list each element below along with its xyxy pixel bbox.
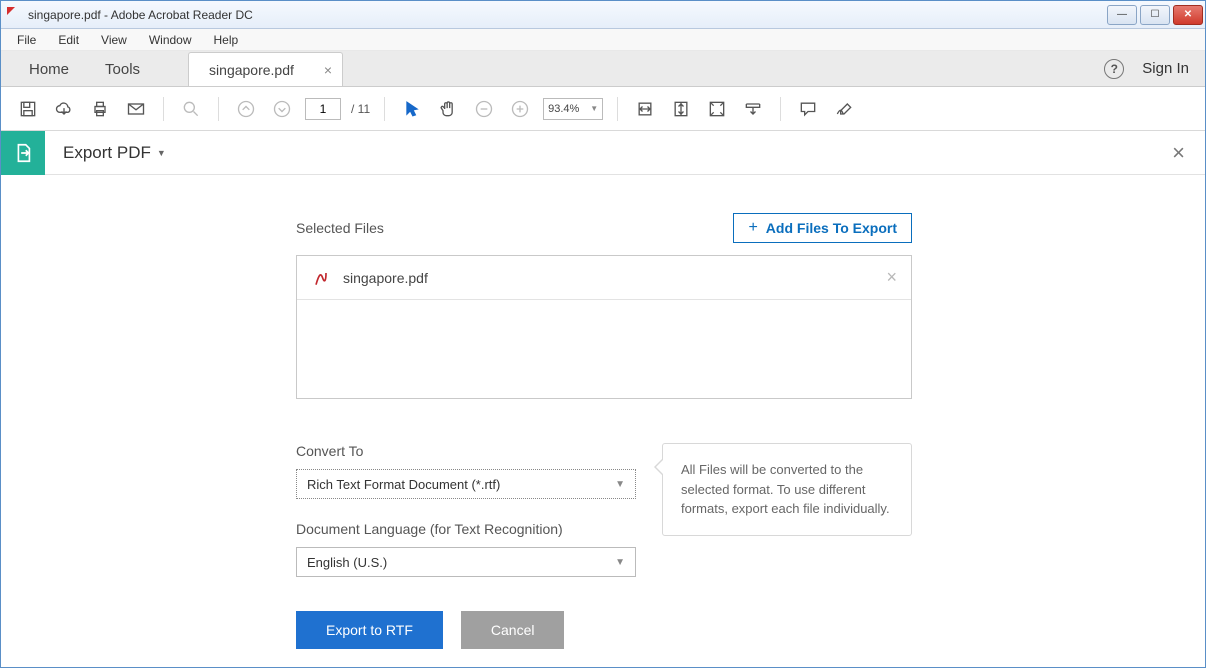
add-files-button[interactable]: + Add Files To Export [733,213,912,243]
window-controls: — ☐ ✕ [1107,5,1203,25]
print-icon[interactable] [87,96,113,122]
file-name-label: singapore.pdf [343,270,874,286]
page-total-label: / 11 [351,102,370,116]
page-down-icon[interactable] [269,96,295,122]
menubar: File Edit View Window Help [1,29,1205,51]
document-language-select[interactable]: English (U.S.) ▼ [296,547,636,577]
zoom-value: 93.4% [548,103,579,115]
save-icon[interactable] [15,96,41,122]
action-row: Export to RTF Cancel [296,611,912,649]
pdf-file-icon [311,268,331,288]
menu-file[interactable]: File [7,31,46,49]
fit-width-icon[interactable] [632,96,658,122]
convert-to-select[interactable]: Rich Text Format Document (*.rtf) ▼ [296,469,636,499]
read-mode-icon[interactable] [740,96,766,122]
fit-page-icon[interactable] [668,96,694,122]
cloud-icon[interactable] [51,96,77,122]
plus-icon: + [748,219,757,237]
sign-in-link[interactable]: Sign In [1142,60,1189,77]
close-panel-icon[interactable]: × [1172,140,1185,166]
sign-icon[interactable] [831,96,857,122]
separator [617,97,618,121]
tab-tools[interactable]: Tools [87,52,158,86]
zoom-in-icon[interactable] [507,96,533,122]
toolbar: / 11 93.4% ▼ [1,87,1205,131]
zoom-out-icon[interactable] [471,96,497,122]
info-bubble: All Files will be converted to the selec… [662,443,912,536]
separator [384,97,385,121]
hand-icon[interactable] [435,96,461,122]
comment-icon[interactable] [795,96,821,122]
cancel-button[interactable]: Cancel [461,611,565,649]
info-text: All Files will be converted to the selec… [681,462,890,516]
convert-to-value: Rich Text Format Document (*.rtf) [307,477,500,492]
export-pdf-header: Export PDF ▼ × [1,131,1205,175]
menu-help[interactable]: Help [204,31,249,49]
document-language-value: English (U.S.) [307,555,387,570]
separator [163,97,164,121]
menu-view[interactable]: View [91,31,137,49]
export-body: Selected Files + Add Files To Export sin… [1,175,1205,649]
window-title: singapore.pdf - Adobe Acrobat Reader DC [28,8,1107,22]
search-icon[interactable] [178,96,204,122]
separator [780,97,781,121]
convert-to-label: Convert To [296,443,636,459]
menu-window[interactable]: Window [139,31,202,49]
caret-down-icon: ▼ [615,479,625,490]
tab-home[interactable]: Home [11,52,87,86]
adobe-app-icon [7,7,23,23]
caret-down-icon: ▼ [590,104,598,113]
separator [218,97,219,121]
close-button[interactable]: ✕ [1173,5,1203,25]
caret-down-icon: ▼ [157,148,166,158]
export-inner: Selected Files + Add Files To Export sin… [296,213,912,649]
export-button[interactable]: Export to RTF [296,611,443,649]
tab-document-label: singapore.pdf [209,62,294,78]
page-number-input[interactable] [305,98,341,120]
convert-left: Convert To Rich Text Format Document (*.… [296,443,636,577]
titlebar: singapore.pdf - Adobe Acrobat Reader DC … [1,1,1205,29]
tab-document[interactable]: singapore.pdf × [188,52,343,86]
help-icon[interactable]: ? [1104,59,1124,79]
export-pdf-title: Export PDF [63,143,151,163]
fullscreen-icon[interactable] [704,96,730,122]
selection-arrow-icon[interactable] [399,96,425,122]
menu-edit[interactable]: Edit [48,31,89,49]
tabbar: Home Tools singapore.pdf × ? Sign In [1,51,1205,87]
file-row[interactable]: singapore.pdf × [297,256,911,300]
caret-down-icon: ▼ [615,557,625,568]
zoom-select[interactable]: 93.4% ▼ [543,98,603,120]
page-up-icon[interactable] [233,96,259,122]
selected-files-label: Selected Files [296,220,384,236]
add-files-label: Add Files To Export [766,220,897,236]
export-pdf-icon [1,131,45,175]
tab-close-icon[interactable]: × [324,62,332,78]
maximize-button[interactable]: ☐ [1140,5,1170,25]
mail-icon[interactable] [123,96,149,122]
export-pdf-dropdown[interactable]: Export PDF ▼ [63,143,166,163]
selected-files-row: Selected Files + Add Files To Export [296,213,912,243]
document-language-label: Document Language (for Text Recognition) [296,521,636,537]
convert-section: Convert To Rich Text Format Document (*.… [296,443,912,577]
remove-file-icon[interactable]: × [886,267,897,288]
minimize-button[interactable]: — [1107,5,1137,25]
tabbar-right: ? Sign In [1104,51,1205,86]
selected-files-box: singapore.pdf × [296,255,912,399]
